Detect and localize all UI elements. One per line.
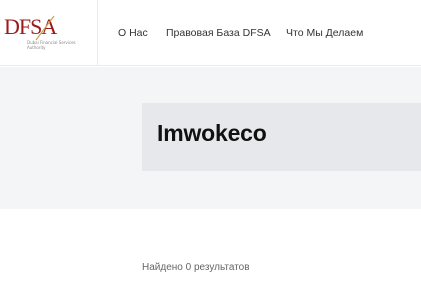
logo-subtitle: Dubai Financial Services Authority (27, 40, 76, 50)
logo-link[interactable]: DFSA Dubai Financial Services Authority (0, 0, 98, 66)
nav-what-we-do[interactable]: Что Мы Делаем (286, 27, 363, 39)
search-results-count: Найдено 0 результатов (142, 262, 250, 273)
nav-legal-base[interactable]: Правовая База DFSA (166, 27, 271, 39)
site-header: DFSA Dubai Financial Services Authority … (0, 0, 421, 66)
page-title: Imwokeco (157, 120, 267, 146)
nav-about[interactable]: О Нас (118, 27, 148, 39)
dfsa-logo-icon: DFSA (4, 14, 58, 41)
logo-mark: DFSA (4, 14, 57, 39)
